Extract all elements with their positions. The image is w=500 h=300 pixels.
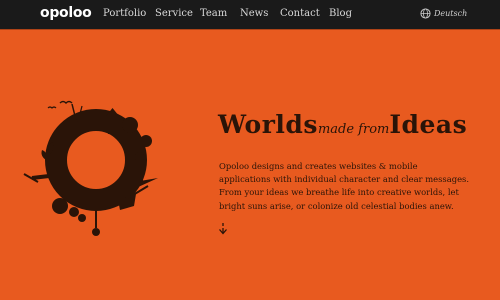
headline-made-from: made from	[317, 122, 390, 137]
nav-item-blog[interactable]: Blog	[329, 8, 352, 19]
top-navigation-bar: opoloo Portfolio Service Team News Conta…	[0, 0, 500, 29]
arrow-down-icon[interactable]	[218, 223, 228, 235]
planet-illustration	[23, 100, 158, 236]
logo[interactable]: opoloo	[40, 5, 92, 21]
nav-item-service[interactable]: Service	[155, 8, 193, 19]
nav-item-portfolio[interactable]: Portfolio	[103, 8, 146, 19]
headline-worlds: Worlds	[218, 110, 318, 139]
nav-item-news[interactable]: News	[240, 8, 268, 19]
globe-icon	[420, 8, 431, 19]
headline-ideas: Ideas	[389, 110, 468, 139]
language-label: Deutsch	[434, 9, 468, 18]
hero-description: Opoloo designs and creates websites & mo…	[219, 161, 469, 211]
nav-item-team[interactable]: Team	[200, 8, 227, 19]
nav-item-contact[interactable]: Contact	[280, 8, 320, 19]
hero-headline: Worldsmade fromIdeas	[218, 110, 467, 139]
